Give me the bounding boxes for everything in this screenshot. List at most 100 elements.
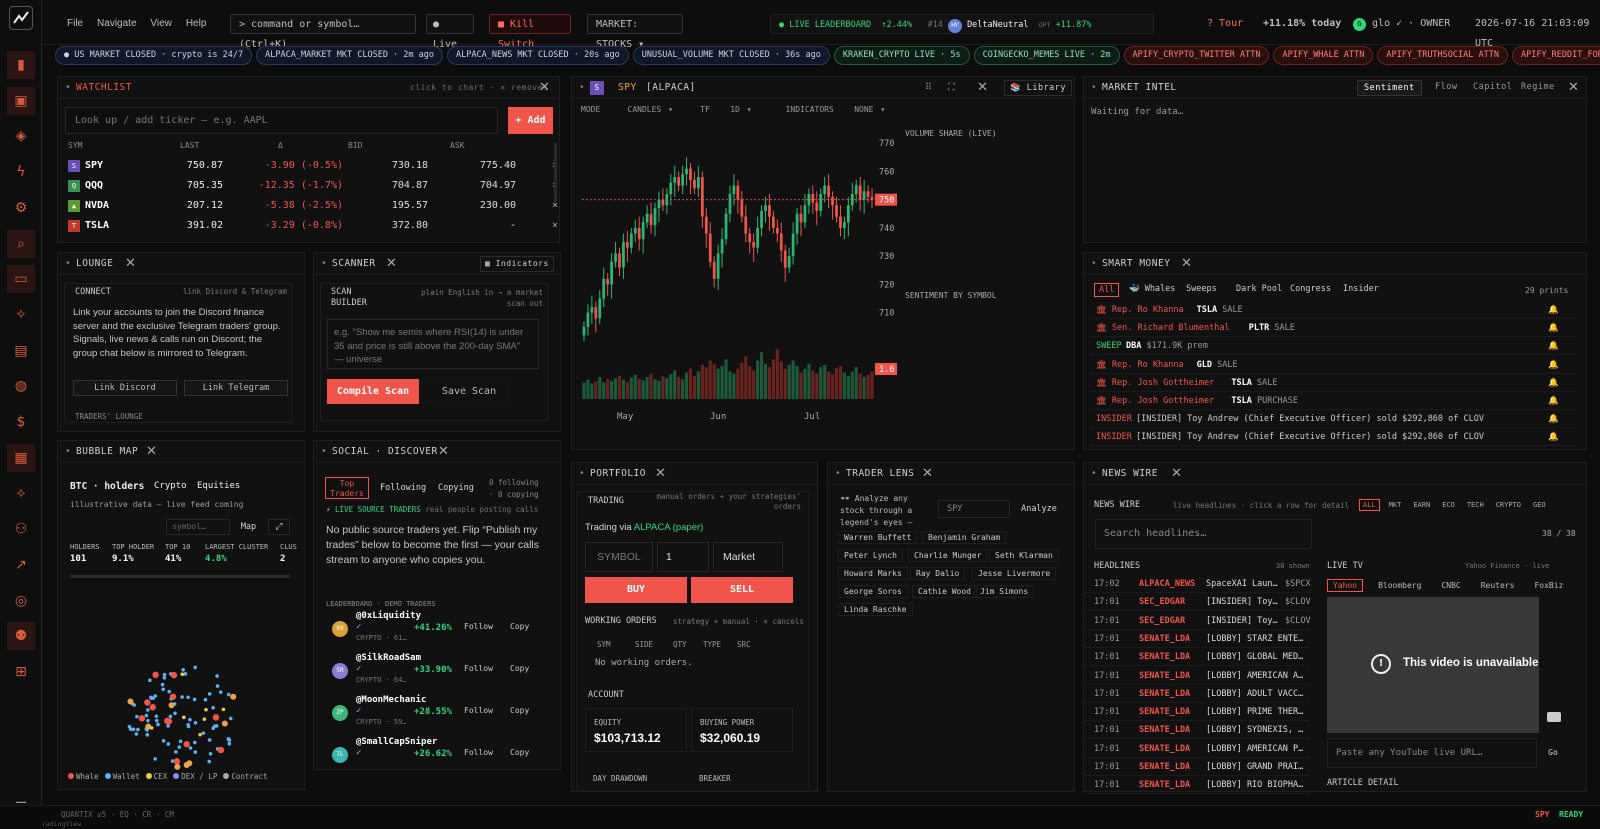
remove-icon[interactable]: × — [552, 217, 558, 235]
bell-icon[interactable]: 🔔 — [1548, 356, 1559, 373]
holder-bubble[interactable] — [211, 705, 215, 710]
smart-money-row[interactable]: SWEEP DBA $171.9K prem 🔔 — [1090, 337, 1576, 356]
holder-bubble[interactable] — [134, 732, 139, 736]
close-icon[interactable]: ✕ — [655, 463, 666, 485]
news-filter[interactable]: ECO — [1439, 500, 1458, 510]
app-logo[interactable] — [9, 6, 33, 30]
tf-select[interactable]: 1D ▾ — [730, 105, 751, 114]
holder-bubble[interactable] — [168, 702, 175, 709]
close-icon[interactable]: ✕ — [386, 253, 397, 275]
legend-chip[interactable]: Howard Marks — [838, 567, 908, 580]
follow-button[interactable]: Follow — [464, 706, 493, 715]
live-leaderboard[interactable]: ● LIVE LEADERBOARD ↑2.44% #14 HY DeltaNe… — [770, 14, 1154, 34]
copy-button[interactable]: Copy — [510, 664, 529, 673]
holder-bubble[interactable] — [162, 676, 167, 680]
menu-navigate[interactable]: Navigate — [97, 18, 136, 29]
glasses-icon[interactable]: ◎ — [7, 587, 35, 615]
candlestick-chart[interactable]: 7707607507407307207107501.6MayJunJul — [572, 123, 902, 443]
holder-bubble[interactable] — [226, 692, 231, 697]
command-input[interactable]: > command or symbol… (Ctrl+K) — [230, 14, 416, 50]
globe-icon[interactable]: ◍ — [7, 372, 35, 400]
copy-button[interactable]: Copy — [510, 706, 529, 715]
briefcase-icon[interactable]: ▣ — [7, 86, 35, 115]
tv-tab[interactable]: Yahoo — [1327, 579, 1364, 592]
headline-row[interactable]: 17:01 SENATE_LDA [LOBBY] AMERICAN P… — [1086, 740, 1311, 758]
menu-help[interactable]: Help — [186, 18, 207, 29]
user-menu[interactable]: G glo ✓ · OWNER — [1353, 14, 1450, 34]
column-header[interactable]: BID — [348, 141, 362, 150]
smart-money-row[interactable]: 🏛 Rep. Josh Gottheimer TSLA SALE 🔔 — [1090, 374, 1576, 392]
holder-bubble[interactable] — [149, 704, 156, 711]
video-player[interactable]: ! This video is unavailable — [1327, 597, 1561, 733]
news-filter[interactable]: TECH — [1464, 500, 1487, 510]
holder-bubble[interactable] — [207, 692, 212, 696]
close-icon[interactable]: ✕ — [1181, 253, 1192, 275]
headline-row[interactable]: 17:01 SENATE_LDA [LOBBY] ADULT VACC… — [1086, 685, 1311, 703]
follow-button[interactable]: Follow — [464, 664, 493, 673]
holder-bubble[interactable] — [221, 707, 226, 712]
layers-icon[interactable]: ◈ — [7, 122, 35, 150]
crosshair-icon[interactable]: ✧ — [7, 301, 35, 329]
watchlist-row[interactable]: ▲ NVDA 207.12 -5.38 (-2.5%) 195.57 230.00 × — [58, 197, 558, 215]
holder-bubble[interactable] — [226, 737, 231, 741]
tab-regime[interactable]: Regime — [1515, 80, 1561, 94]
close-icon[interactable]: ✕ — [1568, 77, 1579, 99]
feed-status-pill[interactable]: ● US MARKET CLOSED · crypto is 24/7 — [55, 46, 253, 65]
watchlist-row[interactable]: QQQQ705.35-12.35 (-1.7%)704.87704.97× — [58, 177, 558, 195]
tv-tab[interactable]: Bloomberg — [1373, 580, 1426, 591]
users-icon[interactable]: ⚇ — [7, 515, 35, 543]
bar-chart-icon[interactable]: ▮ — [7, 51, 35, 79]
save-scan-button[interactable]: Save Scan — [429, 379, 509, 404]
leaderboard-trader[interactable]: TL @SmallCapSniper ✓ +26.62% Follow Copy — [314, 737, 562, 777]
follow-button[interactable]: Follow — [464, 622, 493, 631]
crypto-tab[interactable]: Crypto — [154, 481, 187, 491]
holder-bubble[interactable] — [193, 740, 197, 745]
smart-money-tab[interactable]: Congress — [1286, 283, 1335, 295]
holder-bubble[interactable] — [217, 746, 225, 754]
holder-bubble[interactable] — [154, 714, 159, 719]
holder-bubble[interactable] — [193, 665, 198, 670]
headline-row[interactable]: 17:01 SENATE_LDA [LOBBY] STARZ ENTE… — [1086, 630, 1311, 648]
leaderboard-trader[interactable]: SR @SilkRoadSam ✓ CRYPTO · 64… +33.90% Follow… — [314, 653, 562, 693]
add-ticker-button[interactable]: + Add — [508, 107, 553, 134]
expand-icon[interactable]: ⤢ — [268, 519, 290, 535]
legend-chip[interactable]: Cathie Wood — [912, 585, 977, 598]
symbol-input[interactable]: SYMBOL — [585, 542, 653, 572]
holder-bubble[interactable] — [161, 739, 166, 743]
leaderboard-trader[interactable]: 0X @0xLiquidity ✓ CRYPTO · 61… +41.26% Follow… — [314, 611, 562, 651]
news-filter[interactable]: GEO — [1530, 500, 1549, 510]
smart-money-row[interactable]: 🏛 Rep. Ro Khanna TSLA SALE 🔔 — [1090, 301, 1576, 319]
holder-bubble[interactable] — [183, 672, 188, 676]
scrollbar[interactable] — [70, 575, 290, 578]
menu-file[interactable]: File — [67, 18, 83, 29]
news-filter[interactable]: ALL — [1359, 499, 1380, 511]
tv-tab[interactable]: CNBC — [1436, 580, 1465, 591]
holder-bubble[interactable] — [218, 690, 223, 694]
copy-button[interactable]: Copy — [510, 748, 529, 757]
holder-bubble[interactable] — [183, 741, 190, 748]
smart-money-tab[interactable]: 🐳 Whales — [1125, 283, 1179, 295]
equities-tab[interactable]: Equities — [197, 481, 240, 491]
holder-bubble[interactable] — [168, 714, 173, 719]
lightning-icon[interactable]: ϟ — [7, 158, 35, 186]
legend-chip[interactable]: Jim Simons — [974, 585, 1035, 598]
sell-button[interactable]: SELL — [691, 577, 793, 603]
leaderboard-trader[interactable]: ZP @MoonMechanic ✓ CRYPTO · 59… +28.55% Follo… — [314, 695, 562, 735]
news-icon[interactable]: ▦ — [7, 443, 35, 472]
holder-bubble[interactable] — [193, 720, 198, 725]
holder-bubble[interactable] — [162, 672, 167, 677]
holder-bubble[interactable] — [146, 718, 150, 723]
holder-bubble[interactable] — [166, 742, 171, 746]
holder-bubble[interactable] — [167, 689, 172, 694]
column-header[interactable]: Δ — [278, 141, 283, 150]
headline-row[interactable]: 17:01 SENATE_LDA [LOBBY] AMERICAN A… — [1086, 667, 1311, 685]
legend-chip[interactable]: Warren Buffett — [838, 531, 918, 544]
smart-money-tab[interactable]: Insider — [1339, 283, 1383, 295]
feed-status-pill[interactable]: ALPACA_NEWS MKT CLOSED · 20s ago — [447, 46, 629, 65]
holder-bubble[interactable] — [135, 714, 139, 719]
feed-status-pill[interactable]: ALPACA_MARKET MKT CLOSED · 2m ago — [256, 46, 444, 65]
tv-tab[interactable]: FoxBiz — [1529, 580, 1568, 591]
analyze-button[interactable]: Analyze — [1014, 500, 1064, 518]
watchlist-row[interactable]: T TSLA 391.02 -3.29 (-0.8%) 372.80 - × — [58, 217, 558, 235]
holder-bubble[interactable] — [156, 722, 160, 727]
